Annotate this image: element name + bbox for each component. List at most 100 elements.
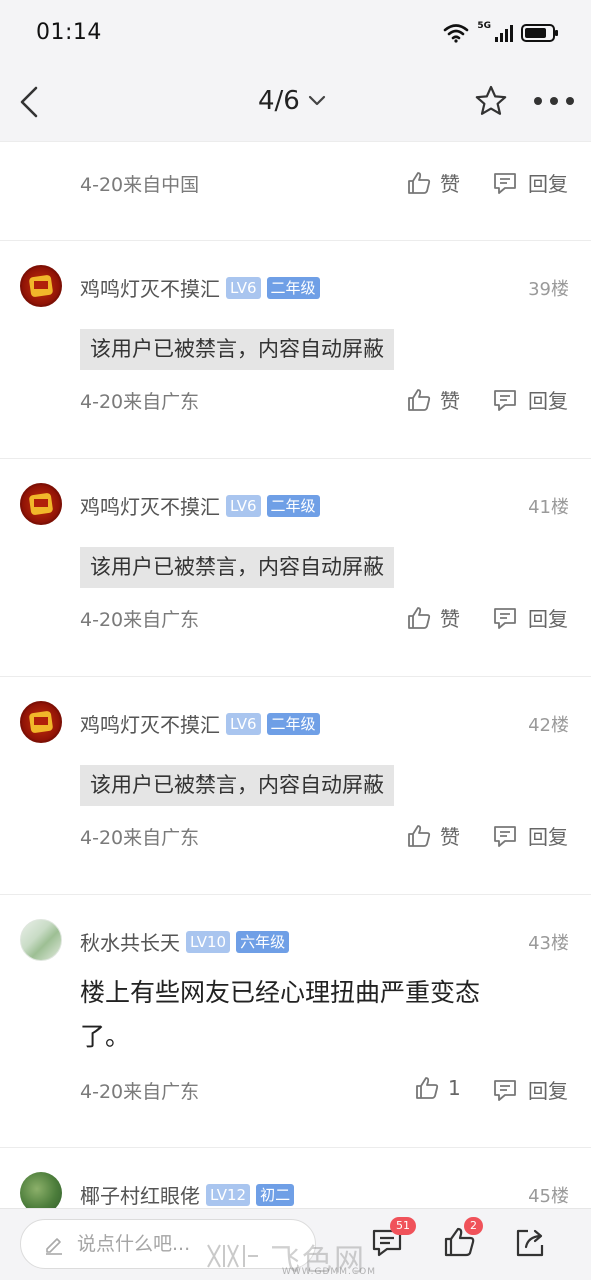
user-info: 鸡鸣灯灭不摸汇 LV6 二年级	[80, 491, 320, 520]
avatar[interactable]	[20, 919, 62, 961]
user-info: 鸡鸣灯灭不摸汇 LV6 二年级	[80, 709, 320, 738]
reply-label: 回复	[528, 389, 568, 413]
reply-item: 鸡鸣灯灭不摸汇 LV6 二年级 39楼 该用户已被禁言，内容自动屏蔽 4-20来…	[0, 241, 591, 459]
watermark-url: WWW.GDMM.COM	[282, 1267, 376, 1277]
comment-icon	[494, 1079, 516, 1101]
battery-level	[525, 28, 546, 38]
reply-item: 鸡鸣灯灭不摸汇 LV6 二年级 41楼 该用户已被禁言，内容自动屏蔽 4-20来…	[0, 459, 591, 677]
like-button[interactable]: 1	[414, 1075, 461, 1101]
top-nav: 4/6	[0, 64, 591, 142]
banned-notice: 该用户已被禁言，内容自动屏蔽	[80, 547, 394, 588]
post-meta: 4-20来自广东	[80, 609, 200, 631]
reply-button[interactable]: 回复	[492, 603, 568, 632]
post-content: 楼上有些网友已经心理扭曲严重变态 了。	[80, 971, 560, 1059]
like-count: 1	[448, 1076, 461, 1100]
thumbs-up-icon	[416, 1077, 439, 1099]
pencil-icon	[46, 1238, 62, 1255]
network-type: 5G	[477, 21, 491, 31]
floor-number: 41楼	[528, 497, 569, 518]
post-meta: 4-20来自广东	[80, 391, 200, 413]
avatar[interactable]	[20, 265, 62, 307]
like-label: 赞	[440, 825, 460, 849]
post-content-line: 楼上有些网友已经心理扭曲严重变态	[80, 978, 481, 1007]
banned-notice: 该用户已被禁言，内容自动屏蔽	[80, 765, 394, 806]
status-icons: 5G	[443, 20, 558, 46]
comment-icon	[494, 389, 516, 411]
more-options-icon[interactable]	[534, 97, 574, 107]
reply-button[interactable]: 回复	[492, 168, 568, 197]
share-icon	[516, 1229, 544, 1257]
status-time: 01:14	[36, 20, 102, 45]
thumbs-up-icon	[408, 388, 431, 411]
avatar[interactable]	[20, 483, 62, 525]
post-meta: 4-20来自广东	[80, 827, 200, 849]
username[interactable]: 秋水共长天	[80, 927, 180, 956]
floor-number: 42楼	[528, 715, 569, 736]
floor-number: 45楼	[528, 1186, 569, 1207]
username[interactable]: 椰子村红眼佬	[80, 1180, 200, 1209]
avatar[interactable]	[20, 701, 62, 743]
thumbs-up-icon	[408, 171, 431, 194]
status-bar: 01:14 5G	[0, 0, 591, 64]
like-button[interactable]: 赞	[406, 603, 460, 632]
wifi-icon	[444, 24, 469, 43]
banned-notice: 该用户已被禁言，内容自动屏蔽	[80, 329, 394, 370]
reply-label: 回复	[528, 825, 568, 849]
post-meta: 4-20来自中国	[80, 174, 200, 196]
favorite-star-icon[interactable]	[474, 84, 508, 118]
like-label: 赞	[440, 389, 460, 413]
user-info: 鸡鸣灯灭不摸汇 LV6 二年级	[80, 273, 320, 302]
reply-button[interactable]: 回复	[492, 1075, 568, 1104]
like-button[interactable]: 赞	[406, 821, 460, 850]
chevron-down-icon	[308, 95, 325, 106]
reply-button[interactable]: 回复	[492, 821, 568, 850]
comment-icon	[494, 607, 516, 629]
username[interactable]: 鸡鸣灯灭不摸汇	[80, 709, 220, 738]
like-count-badge: 2	[464, 1217, 483, 1235]
share-button[interactable]	[514, 1225, 548, 1261]
grade-badge: 二年级	[266, 494, 320, 517]
reply-list: 4-20来自中国 赞 回复 鸡鸣灯灭不摸汇 LV6 二年级 39楼 该用户已被禁…	[0, 142, 591, 1218]
page-selector[interactable]: 4/6	[258, 86, 326, 116]
like-post-button[interactable]: 2	[442, 1217, 483, 1261]
level-badge: LV6	[226, 712, 261, 735]
grade-badge: 初二	[256, 1183, 295, 1206]
like-button[interactable]: 赞	[406, 385, 460, 414]
comment-icon	[494, 172, 516, 194]
username[interactable]: 鸡鸣灯灭不摸汇	[80, 273, 220, 302]
post-meta: 4-20来自广东	[80, 1081, 200, 1103]
comment-count-badge: 51	[390, 1217, 416, 1235]
back-icon[interactable]	[16, 84, 44, 120]
reply-item: 秋水共长天 LV10 六年级 43楼 楼上有些网友已经心理扭曲严重变态 了。 4…	[0, 895, 591, 1148]
comments-button[interactable]: 51	[370, 1217, 416, 1261]
floor-number: 43楼	[528, 933, 569, 954]
floor-number: 39楼	[528, 279, 569, 300]
reply-button[interactable]: 回复	[492, 385, 568, 414]
username[interactable]: 鸡鸣灯灭不摸汇	[80, 491, 220, 520]
level-badge: LV6	[226, 494, 261, 517]
comment-icon	[494, 825, 516, 847]
user-info: 椰子村红眼佬 LV12 初二	[80, 1180, 295, 1209]
reply-label: 回复	[528, 1079, 568, 1103]
grade-badge: 二年级	[266, 276, 320, 299]
user-info: 秋水共长天 LV10 六年级	[80, 927, 290, 956]
reply-item: 4-20来自中国 赞 回复	[0, 142, 591, 241]
thumbs-up-icon	[408, 824, 431, 847]
like-button[interactable]: 赞	[406, 168, 460, 197]
like-label: 赞	[440, 172, 460, 196]
level-badge: LV6	[226, 276, 261, 299]
page-indicator-text: 4/6	[258, 86, 300, 116]
level-badge: LV12	[206, 1183, 251, 1206]
level-badge: LV10	[186, 930, 231, 953]
grade-badge: 六年级	[236, 930, 290, 953]
battery-icon	[521, 24, 558, 42]
reply-label: 回复	[528, 607, 568, 631]
like-label: 赞	[440, 607, 460, 631]
watermark-mark	[207, 1244, 258, 1268]
thumbs-up-icon	[408, 606, 431, 629]
bottom-bar: 飞色网 WWW.GDMM.COM 51 2	[0, 1208, 591, 1280]
post-content-line: 了。	[80, 1022, 131, 1051]
grade-badge: 二年级	[266, 712, 320, 735]
signal-icon	[495, 24, 513, 42]
reply-item: 鸡鸣灯灭不摸汇 LV6 二年级 42楼 该用户已被禁言，内容自动屏蔽 4-20来…	[0, 677, 591, 895]
